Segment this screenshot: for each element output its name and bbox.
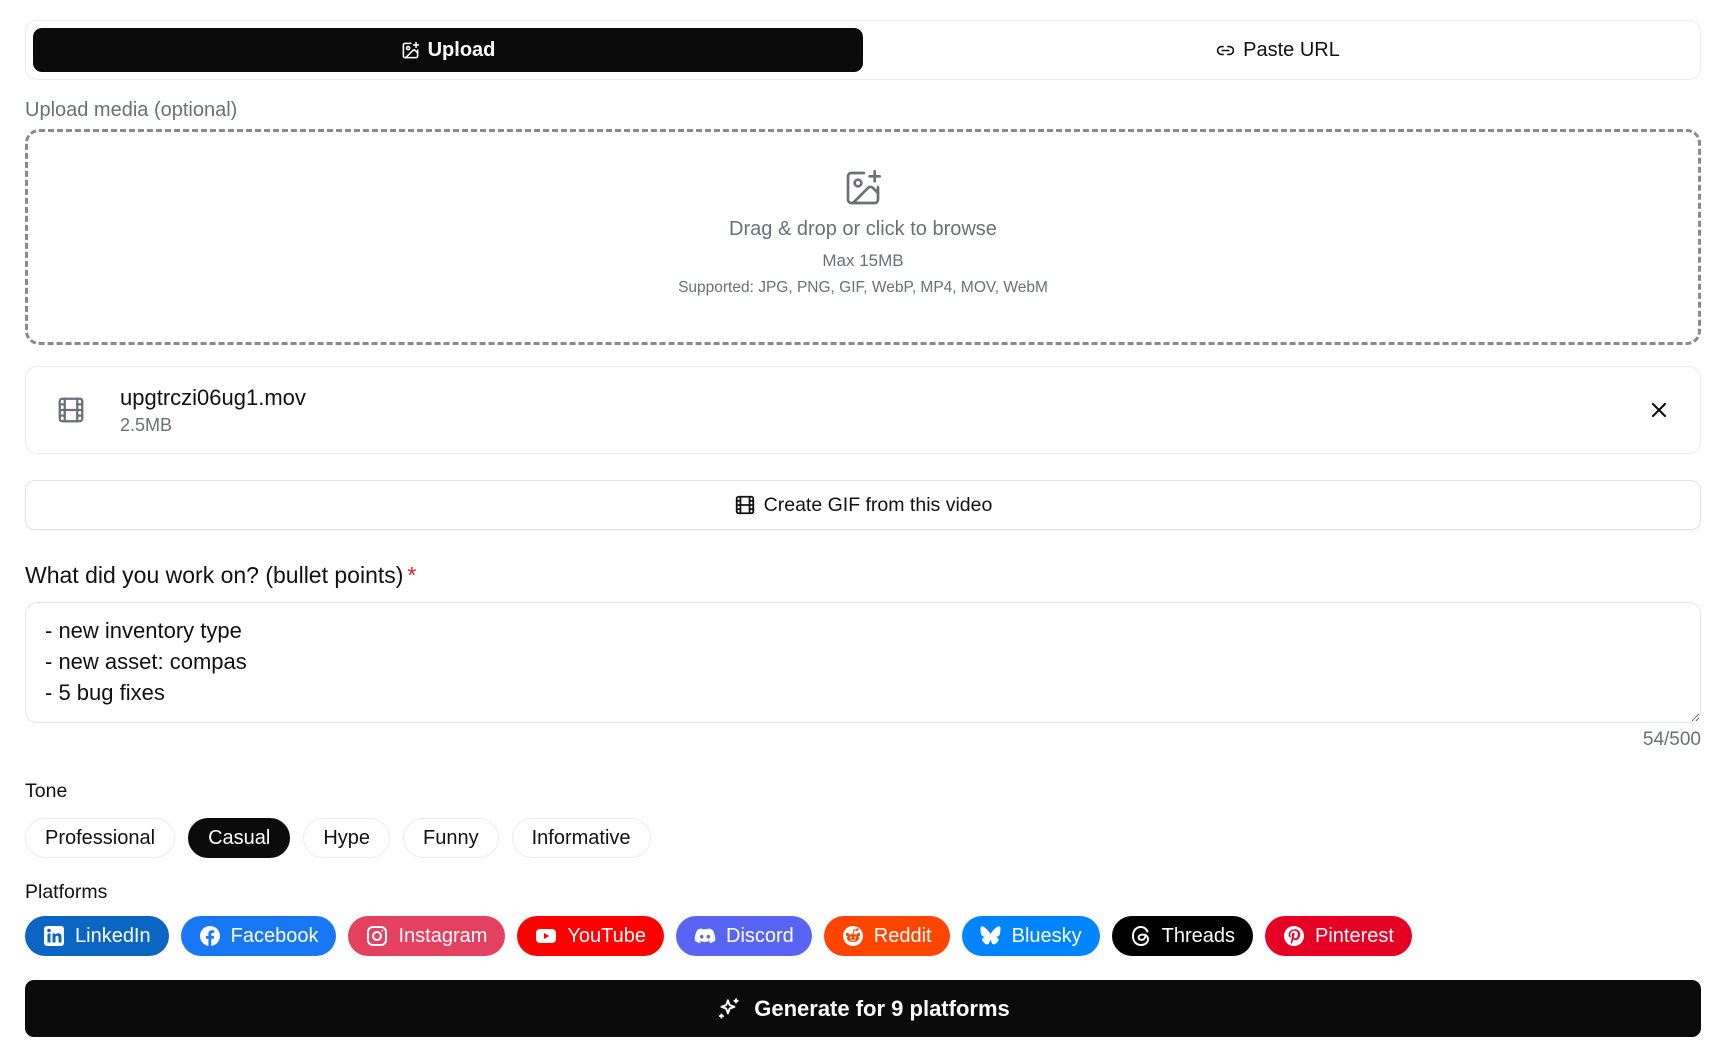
generate-button[interactable]: Generate for 9 platforms	[25, 980, 1701, 1037]
tone-options: Professional Casual Hype Funny Informati…	[25, 818, 1701, 858]
tone-label: Tone	[25, 780, 68, 802]
threads-icon	[1131, 925, 1149, 947]
tab-paste-url-label: Paste URL	[1243, 38, 1340, 61]
platform-threads-label: Threads	[1161, 924, 1236, 947]
tone-option-funny[interactable]: Funny	[403, 818, 499, 858]
platform-youtube[interactable]: YouTube	[517, 916, 664, 956]
discord-icon	[694, 928, 716, 944]
media-source-tabs: Upload Paste URL	[25, 20, 1701, 80]
work-question-text: What did you work on? (bullet points)	[25, 562, 404, 588]
platform-instagram[interactable]: Instagram	[348, 916, 506, 956]
platform-reddit[interactable]: Reddit	[823, 916, 950, 956]
platform-reddit-label: Reddit	[873, 924, 932, 947]
file-name: upgtrczi06ug1.mov	[120, 384, 306, 410]
tone-option-professional[interactable]: Professional	[25, 818, 176, 858]
close-icon	[1651, 402, 1667, 418]
platform-bluesky-label: Bluesky	[1011, 924, 1082, 947]
platform-facebook-label: Facebook	[230, 924, 319, 947]
platform-threads[interactable]: Threads	[1111, 916, 1254, 956]
platform-facebook[interactable]: Facebook	[180, 916, 337, 956]
platform-linkedin[interactable]: LinkedIn	[25, 916, 169, 956]
platform-youtube-label: YouTube	[567, 924, 646, 947]
platform-options: LinkedIn Facebook Instagram YouTube Disc…	[25, 916, 1701, 956]
platform-linkedin-label: LinkedIn	[75, 924, 151, 947]
youtube-icon	[536, 929, 557, 943]
tab-paste-url[interactable]: Paste URL	[863, 28, 1693, 72]
tab-upload[interactable]: Upload	[33, 28, 863, 72]
generate-button-label: Generate for 9 platforms	[754, 995, 1010, 1021]
tone-option-casual[interactable]: Casual	[188, 818, 291, 858]
dropzone-max-size: Max 15MB	[822, 251, 904, 270]
file-info: upgtrczi06ug1.mov 2.5MB	[120, 385, 306, 436]
film-icon	[58, 397, 84, 423]
sparkles-icon	[719, 997, 739, 1019]
platform-pinterest[interactable]: Pinterest	[1265, 916, 1412, 956]
dropzone-supported-formats: Supported: JPG, PNG, GIF, WebP, MP4, MOV…	[678, 279, 1048, 296]
create-gif-label: Create GIF from this video	[763, 493, 993, 516]
reddit-icon	[842, 926, 863, 946]
facebook-icon	[199, 926, 220, 946]
platform-bluesky[interactable]: Bluesky	[961, 916, 1100, 956]
remove-file-button[interactable]	[1646, 397, 1672, 423]
work-bullets-textarea[interactable]: - new inventory type - new asset: compas…	[25, 602, 1701, 723]
link-icon	[1216, 45, 1235, 55]
platform-instagram-label: Instagram	[398, 924, 488, 947]
platform-discord[interactable]: Discord	[676, 916, 812, 956]
platform-pinterest-label: Pinterest	[1315, 924, 1394, 947]
tone-option-hype[interactable]: Hype	[303, 818, 391, 858]
upload-media-label: Upload media (optional)	[25, 99, 238, 121]
film-icon	[735, 495, 754, 515]
pinterest-icon	[1284, 926, 1305, 946]
platforms-label: Platforms	[25, 881, 108, 903]
required-marker: *	[407, 562, 417, 588]
image-plus-icon	[846, 170, 881, 205]
uploaded-file-row: upgtrczi06ug1.mov 2.5MB	[25, 366, 1701, 454]
work-question-label: What did you work on? (bullet points) *	[25, 561, 1701, 589]
file-size: 2.5MB	[120, 414, 173, 435]
image-plus-icon	[402, 41, 419, 58]
create-gif-button[interactable]: Create GIF from this video	[25, 480, 1701, 530]
tone-option-informative[interactable]: Informative	[511, 818, 651, 858]
upload-dropzone[interactable]: Drag & drop or click to browse Max 15MB …	[25, 129, 1701, 345]
post-generator-form: Upload Paste URL Upload media (optional)…	[25, 20, 1701, 1037]
character-counter: 54/500	[1642, 729, 1701, 750]
platform-discord-label: Discord	[726, 924, 794, 947]
instagram-icon	[367, 926, 388, 946]
linkedin-icon	[44, 926, 64, 946]
bluesky-icon	[980, 926, 1001, 945]
tab-upload-label: Upload	[427, 38, 496, 61]
dropzone-instructions: Drag & drop or click to browse	[729, 218, 997, 240]
